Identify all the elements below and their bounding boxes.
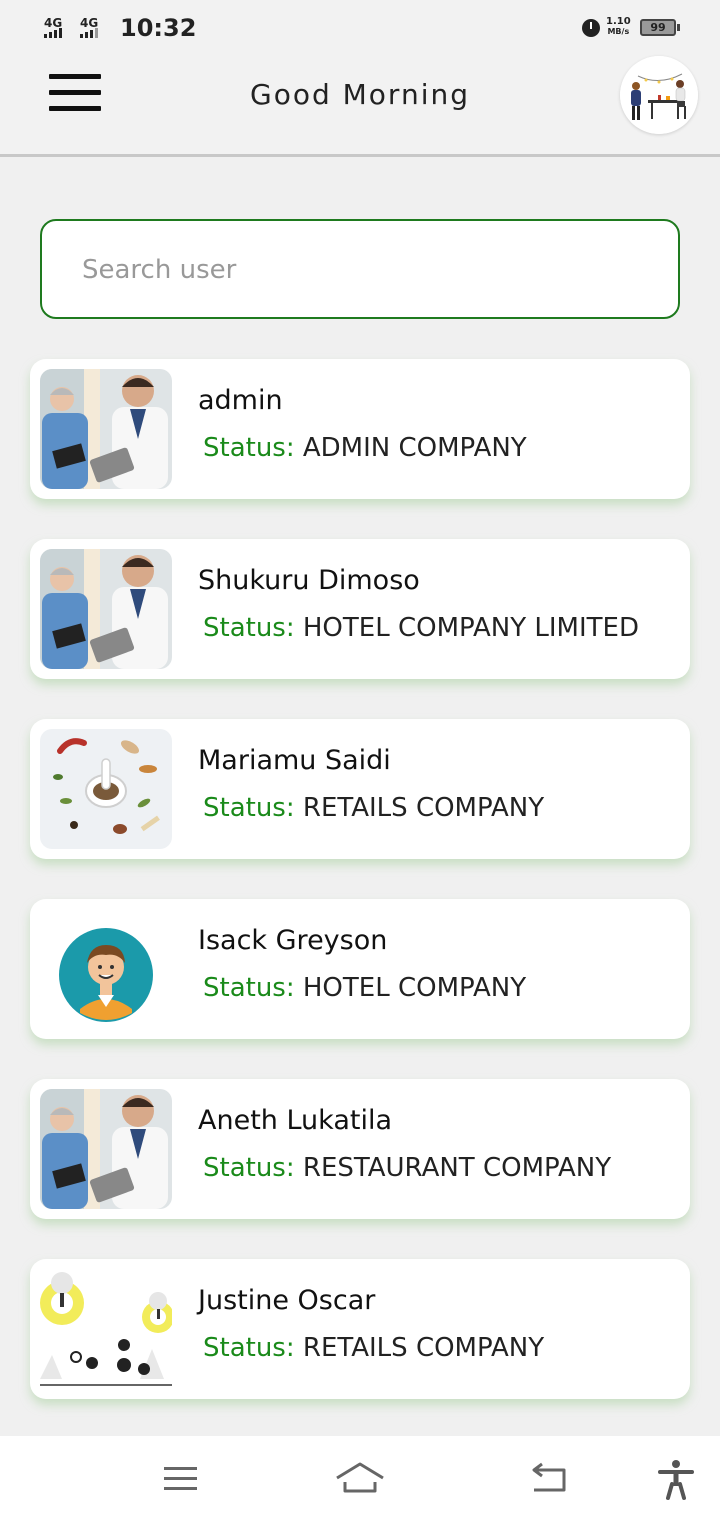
accessibility-icon[interactable] bbox=[636, 1436, 716, 1520]
user-card[interactable]: Isack Greyson Status: HOTEL COMPANY bbox=[30, 899, 690, 1039]
spices-photo bbox=[40, 729, 172, 849]
user-photo bbox=[40, 1269, 172, 1389]
status-label: Status: bbox=[203, 1333, 295, 1363]
user-photo bbox=[40, 1089, 172, 1209]
user-photo bbox=[40, 729, 172, 849]
user-status: Status: ADMIN COMPANY bbox=[203, 433, 527, 463]
network-speed: 1.10 MB/s bbox=[606, 16, 631, 37]
user-status: Status: RETAILS COMPANY bbox=[203, 793, 544, 823]
profile-avatar-illustration bbox=[620, 56, 698, 134]
user-card[interactable]: admin Status: ADMIN COMPANY bbox=[30, 359, 690, 499]
doctors-photo bbox=[40, 549, 172, 669]
page-title: Good Morning bbox=[250, 78, 470, 111]
status-value: HOTEL COMPANY LIMITED bbox=[302, 613, 639, 643]
status-label: Status: bbox=[203, 793, 295, 823]
user-name: Justine Oscar bbox=[198, 1285, 376, 1316]
app-bar: Good Morning bbox=[0, 56, 720, 157]
cartoon-illustration bbox=[40, 1269, 172, 1389]
status-value: ADMIN COMPANY bbox=[302, 433, 527, 463]
back-icon[interactable] bbox=[508, 1436, 588, 1520]
status-value: HOTEL COMPANY bbox=[302, 973, 527, 1003]
battery-icon: 99 bbox=[640, 19, 680, 36]
user-status: Status: HOTEL COMPANY LIMITED bbox=[203, 613, 639, 643]
user-card[interactable]: Aneth Lukatila Status: RESTAURANT COMPAN… bbox=[30, 1079, 690, 1219]
user-photo bbox=[40, 909, 172, 1029]
user-name: Shukuru Dimoso bbox=[198, 565, 420, 596]
system-nav-bar bbox=[0, 1436, 720, 1520]
status-value: RESTAURANT COMPANY bbox=[302, 1153, 612, 1183]
user-card[interactable]: Shukuru Dimoso Status: HOTEL COMPANY LIM… bbox=[30, 539, 690, 679]
network-speed-value: 1.10 bbox=[606, 16, 631, 27]
doctors-photo bbox=[40, 1089, 172, 1209]
alarm-icon bbox=[582, 19, 600, 37]
user-photo bbox=[40, 369, 172, 489]
search-input[interactable] bbox=[80, 247, 644, 293]
status-label: Status: bbox=[203, 433, 295, 463]
status-value: RETAILS COMPANY bbox=[302, 1333, 545, 1363]
network-speed-unit: MB/s bbox=[607, 27, 630, 36]
user-name: Mariamu Saidi bbox=[198, 745, 391, 776]
profile-avatar[interactable] bbox=[620, 56, 698, 134]
status-label: Status: bbox=[203, 613, 295, 643]
man-avatar-icon bbox=[40, 909, 172, 1029]
screen: 4G 4G 10:32 1.10 MB/s 99 Good Morning Se… bbox=[0, 0, 720, 1520]
status-label: Status: bbox=[203, 973, 295, 1003]
doctors-photo bbox=[40, 369, 172, 489]
user-photo bbox=[40, 549, 172, 669]
user-card[interactable]: Mariamu Saidi Status: RETAILS COMPANY bbox=[30, 719, 690, 859]
user-status: Status: RESTAURANT COMPANY bbox=[203, 1153, 611, 1183]
status-bar: 4G 4G 10:32 1.10 MB/s 99 bbox=[0, 0, 720, 56]
user-name: Isack Greyson bbox=[198, 925, 388, 956]
status-label: Status: bbox=[203, 1153, 295, 1183]
user-status: Status: HOTEL COMPANY bbox=[203, 973, 526, 1003]
user-status: Status: RETAILS COMPANY bbox=[203, 1333, 544, 1363]
status-value: RETAILS COMPANY bbox=[302, 793, 545, 823]
home-icon[interactable] bbox=[320, 1436, 400, 1520]
search-box bbox=[40, 219, 680, 319]
user-name: admin bbox=[198, 385, 283, 416]
user-name: Aneth Lukatila bbox=[198, 1105, 392, 1136]
user-card[interactable]: Justine Oscar Status: RETAILS COMPANY bbox=[30, 1259, 690, 1399]
menu-icon[interactable] bbox=[140, 1436, 220, 1520]
clock: 10:32 bbox=[120, 14, 197, 42]
